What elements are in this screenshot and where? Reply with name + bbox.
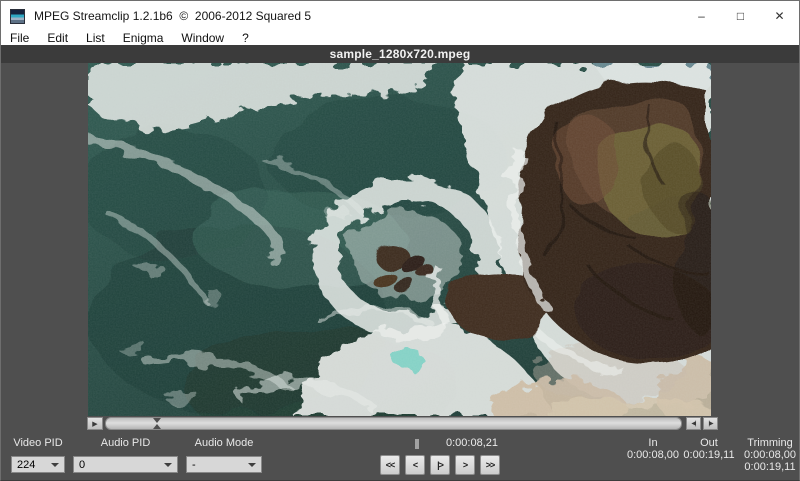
window-title: MPEG Streamclip 1.2.1b6 © 2006-2012 Squa… — [34, 9, 311, 23]
trimming-info: Trimming 0:00:08,00 0:00:19,11 — [741, 437, 799, 473]
app-icon — [10, 9, 25, 24]
menu-list[interactable]: List — [77, 31, 114, 45]
step-forward-button[interactable]: > — [455, 455, 475, 475]
step-forward-icon: |▶ — [708, 420, 712, 427]
out-label: Out — [677, 437, 741, 449]
audio-mode-value: - — [192, 459, 196, 471]
scrubber: ▶ ◀| |▶ — [87, 417, 718, 430]
trimming-start-value: 0:00:08,00 — [741, 449, 799, 461]
trimming-label: Trimming — [741, 437, 799, 449]
video-pid-value: 224 — [17, 459, 35, 471]
minimize-button[interactable]: – — [682, 1, 721, 31]
clip-title: sample_1280x720.mpeg — [330, 47, 471, 61]
in-value: 0:00:08,00 — [621, 449, 685, 461]
window-controls: – □ ✕ — [682, 1, 799, 31]
out-value: 0:00:19,11 — [677, 449, 741, 461]
menu-help[interactable]: ? — [233, 31, 258, 45]
chevron-down-icon — [248, 463, 256, 467]
menu-bar: File Edit List Enigma Window ? — [1, 31, 799, 45]
frame-forward-button[interactable]: |▶ — [703, 417, 718, 430]
pause-indicator-icon — [415, 439, 419, 449]
out-point: Out 0:00:19,11 — [677, 437, 741, 461]
in-label: In — [621, 437, 685, 449]
fast-forward-button[interactable]: >> — [480, 455, 500, 475]
in-point: In 0:00:08,00 — [621, 437, 685, 461]
current-time: 0:00:08,21 — [432, 437, 512, 449]
maximize-button[interactable]: □ — [721, 1, 760, 31]
video-pid-label: Video PID — [11, 437, 65, 449]
video-frame — [88, 63, 711, 416]
step-back-icon: ◀| — [691, 420, 695, 427]
menu-file[interactable]: File — [1, 31, 38, 45]
audio-mode-select[interactable]: - — [186, 456, 262, 473]
audio-pid-label: Audio PID — [73, 437, 178, 449]
scrubber-play-button[interactable]: ▶ — [87, 417, 103, 430]
chevron-down-icon — [51, 463, 59, 467]
clip-title-strip: sample_1280x720.mpeg — [1, 45, 799, 63]
menu-window[interactable]: Window — [172, 31, 233, 45]
menu-enigma[interactable]: Enigma — [114, 31, 173, 45]
audio-mode-label: Audio Mode — [186, 437, 262, 449]
play-button[interactable]: |> — [430, 455, 450, 475]
audio-pid-select[interactable]: 0 — [73, 456, 178, 473]
play-icon: ▶ — [92, 420, 97, 428]
frame-back-button[interactable]: ◀| — [686, 417, 701, 430]
close-button[interactable]: ✕ — [760, 1, 799, 31]
video-player-surface — [88, 63, 711, 416]
menu-edit[interactable]: Edit — [38, 31, 77, 45]
title-bar: MPEG Streamclip 1.2.1b6 © 2006-2012 Squa… — [1, 1, 799, 31]
playhead-thumb[interactable] — [153, 418, 162, 429]
video-pid-select[interactable]: 224 — [11, 456, 65, 473]
rewind-button[interactable]: << — [380, 455, 400, 475]
app-window: MPEG Streamclip 1.2.1b6 © 2006-2012 Squa… — [0, 0, 800, 481]
step-back-button[interactable]: < — [405, 455, 425, 475]
trimming-end-value: 0:00:19,11 — [741, 461, 799, 473]
chevron-down-icon — [164, 463, 172, 467]
scrubber-track[interactable] — [105, 417, 682, 430]
audio-pid-value: 0 — [79, 459, 85, 471]
